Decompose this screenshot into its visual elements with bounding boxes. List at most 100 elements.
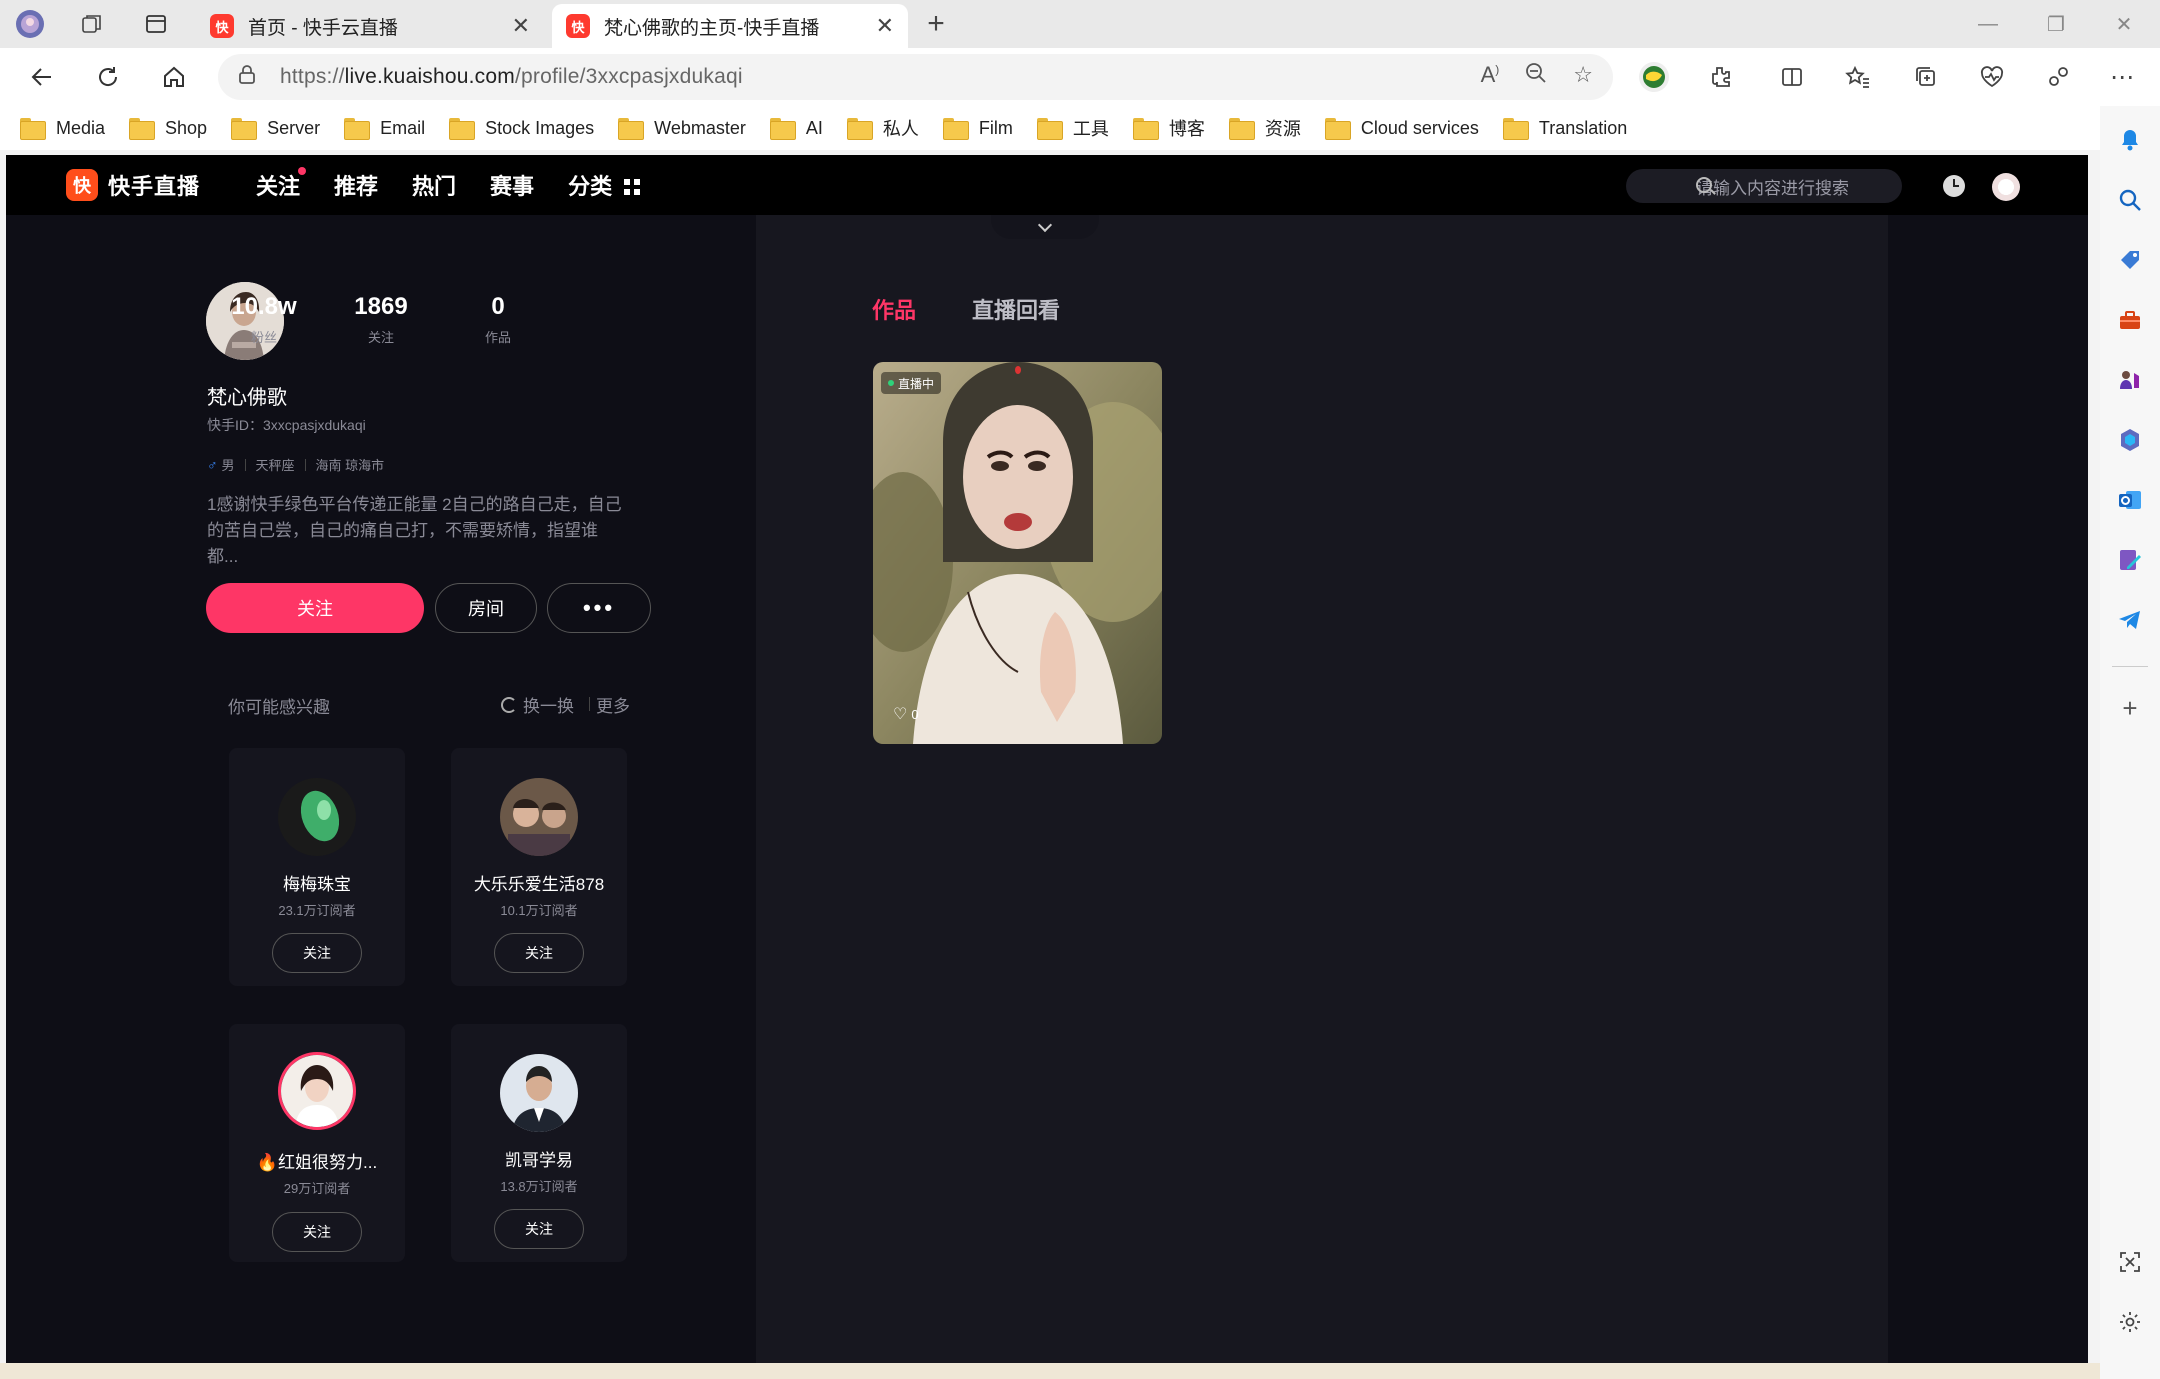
bookmark-folder[interactable]: AI — [769, 118, 823, 140]
chevron-down-icon[interactable] — [991, 215, 1099, 239]
bookmark-folder[interactable]: Shop — [129, 118, 207, 140]
location-tag: 海南 琼海市 — [315, 458, 385, 473]
lock-icon[interactable] — [238, 64, 268, 90]
close-icon[interactable]: ✕ — [876, 13, 894, 39]
avatar[interactable] — [278, 1052, 356, 1130]
stat-fans[interactable]: 10.8w 粉丝 — [209, 293, 319, 346]
favorite-star-icon[interactable]: ☆ — [1573, 62, 1593, 90]
favorites-icon[interactable] — [1840, 59, 1876, 95]
tab-live-replay[interactable]: 直播回看 — [972, 293, 1060, 325]
search-icon[interactable] — [2112, 182, 2148, 218]
tab-home[interactable]: 快 首页 - 快手云直播 ✕ — [196, 4, 544, 48]
bookmark-folder[interactable]: Webmaster — [618, 118, 746, 140]
recommend-card[interactable]: 大乐乐爱生活878 10.1万订阅者 关注 — [451, 748, 627, 986]
close-icon[interactable]: ✕ — [512, 13, 530, 39]
back-button[interactable] — [24, 59, 60, 95]
tab-profile[interactable]: 快 梵心佛歌的主页-快手直播 ✕ — [552, 4, 908, 48]
avatar[interactable] — [500, 1054, 578, 1132]
site-search-input[interactable]: 请输入内容进行搜索 — [1626, 169, 1902, 203]
url-field[interactable]: https://live.kuaishou.com/profile/3xxcpa… — [218, 54, 1613, 100]
stat-following[interactable]: 1869 关注 — [326, 293, 436, 346]
bookmark-folder[interactable]: Server — [231, 118, 320, 140]
room-button[interactable]: 房间 — [435, 583, 537, 633]
split-screen-icon[interactable] — [1774, 59, 1810, 95]
new-tab-button[interactable]: + — [920, 7, 952, 40]
follow-button[interactable]: 关注 — [494, 933, 584, 973]
follow-button[interactable]: 关注 — [272, 1212, 362, 1252]
bookmark-folder[interactable]: Email — [344, 118, 425, 140]
extensions-icon[interactable] — [1702, 59, 1738, 95]
games-icon[interactable] — [2112, 362, 2148, 398]
gear-icon[interactable] — [2112, 1304, 2148, 1340]
nav-hot[interactable]: 热门 — [412, 169, 456, 201]
tab-works[interactable]: 作品 — [872, 293, 916, 325]
follow-button[interactable]: 关注 — [494, 1209, 584, 1249]
restore-button[interactable]: ❐ — [2036, 6, 2076, 42]
kuaishou-logo-icon: 快 — [66, 169, 98, 201]
bookmark-folder[interactable]: 私人 — [846, 115, 919, 141]
site-logo[interactable]: 快 快手直播 — [66, 169, 200, 201]
bookmark-folder[interactable]: Translation — [1502, 118, 1627, 140]
profile-icon[interactable] — [14, 8, 46, 40]
toolbox-icon[interactable] — [2112, 302, 2148, 338]
nav-recommend[interactable]: 推荐 — [334, 169, 378, 201]
recommend-more-link[interactable]: 更多 — [596, 692, 630, 717]
collections-icon[interactable] — [1908, 59, 1944, 95]
bookmark-folder[interactable]: Cloud services — [1324, 118, 1479, 140]
share-icon[interactable] — [2040, 59, 2076, 95]
bookmarks-bar: Media Shop Server Email Stock Images Web… — [0, 106, 2100, 150]
user-name[interactable]: 大乐乐爱生活878 — [451, 870, 627, 895]
more-button[interactable]: ••• — [547, 583, 651, 633]
read-aloud-icon[interactable]: A) — [1481, 62, 1500, 90]
live-dot — [888, 380, 894, 386]
extension-globe-icon[interactable] — [1636, 59, 1672, 95]
recommend-title: 你可能感兴趣 — [228, 698, 330, 717]
bookmark-folder[interactable]: 资源 — [1228, 115, 1301, 141]
folder-icon — [1502, 118, 1529, 140]
nav-follow[interactable]: 关注 — [256, 167, 307, 201]
user-avatar[interactable] — [1992, 173, 2020, 201]
user-name[interactable]: 🔥红姐很努力... — [229, 1148, 405, 1173]
fire-icon: 🔥 — [256, 1153, 278, 1172]
home-button[interactable] — [156, 59, 192, 95]
outlook-icon[interactable] — [2112, 482, 2148, 518]
grid-icon — [624, 179, 641, 195]
add-icon[interactable]: + — [2112, 690, 2148, 726]
user-name[interactable]: 梅梅珠宝 — [229, 870, 405, 895]
user-name[interactable]: 凯哥学易 — [451, 1146, 627, 1171]
shopping-tag-icon[interactable] — [2112, 242, 2148, 278]
designer-icon[interactable] — [2112, 542, 2148, 578]
telegram-icon[interactable] — [2112, 602, 2148, 638]
recommend-card[interactable]: 梅梅珠宝 23.1万订阅者 关注 — [229, 748, 405, 986]
settings-more-icon[interactable]: ⋯ — [2104, 59, 2140, 95]
screenshot-icon[interactable] — [2112, 1244, 2148, 1280]
microsoft-365-icon[interactable] — [2112, 422, 2148, 458]
workspaces-icon[interactable] — [76, 8, 108, 40]
minimize-button[interactable]: — — [1968, 6, 2008, 42]
stat-works[interactable]: 0 作品 — [443, 293, 553, 346]
bookmark-folder[interactable]: 博客 — [1132, 115, 1205, 141]
bell-icon[interactable] — [2112, 122, 2148, 158]
bookmark-folder[interactable]: Media — [20, 118, 105, 140]
refresh-recommend-button[interactable]: 换一换 — [501, 692, 574, 717]
avatar[interactable] — [500, 778, 578, 856]
browser-essentials-icon[interactable] — [1974, 59, 2010, 95]
recommend-card[interactable]: 凯哥学易 13.8万订阅者 关注 — [451, 1024, 627, 1262]
zoom-out-icon[interactable] — [1525, 62, 1547, 90]
nav-categories[interactable]: 分类 — [568, 169, 641, 201]
follow-button[interactable]: 关注 — [272, 933, 362, 973]
bookmark-folder[interactable]: 工具 — [1036, 115, 1109, 141]
close-window-button[interactable]: ✕ — [2104, 6, 2144, 42]
follow-button[interactable]: 关注 — [206, 583, 424, 633]
video-card[interactable]: 直播中 ♡ 0 — [873, 362, 1162, 744]
bookmark-folder[interactable]: Stock Images — [449, 118, 594, 140]
folder-icon — [1228, 118, 1255, 140]
bookmark-folder[interactable]: Film — [942, 118, 1013, 140]
stat-value: 0 — [491, 293, 505, 320]
refresh-button[interactable] — [90, 59, 126, 95]
history-clock-icon[interactable] — [1943, 175, 1965, 197]
avatar[interactable] — [278, 778, 356, 856]
nav-events[interactable]: 赛事 — [490, 169, 534, 201]
recommend-card[interactable]: 🔥红姐很努力... 29万订阅者 关注 — [229, 1024, 405, 1262]
vertical-tabs-icon[interactable] — [140, 8, 172, 40]
